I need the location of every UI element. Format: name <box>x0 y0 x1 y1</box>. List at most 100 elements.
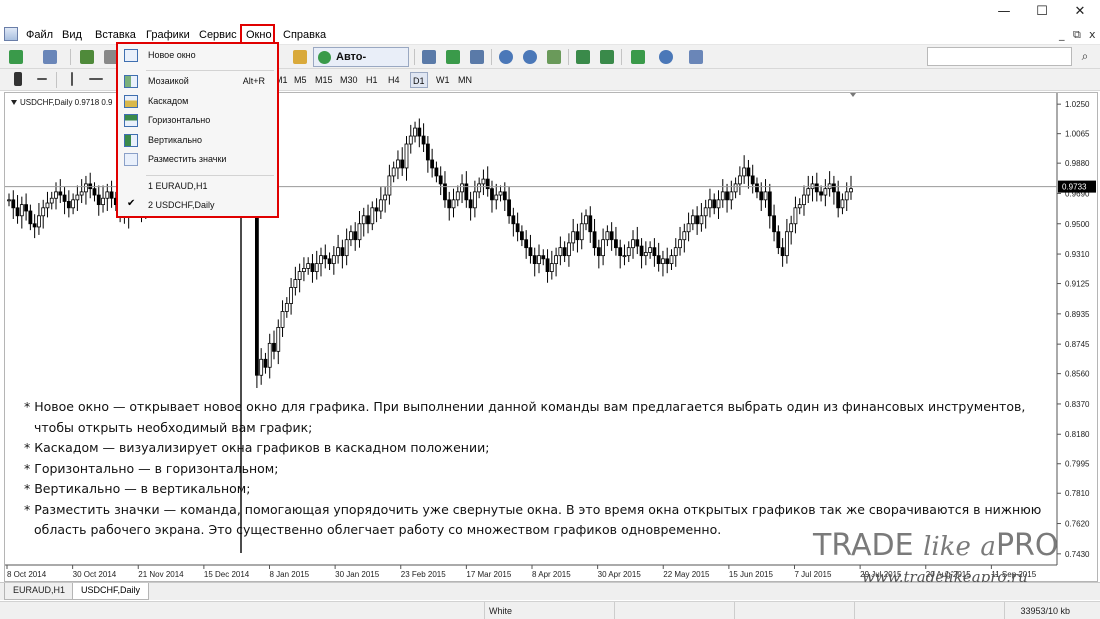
candle-body <box>579 223 584 241</box>
chart-tabs: EURAUD,H1 USDCHF,Daily <box>0 582 1100 600</box>
market-watch-icon[interactable] <box>77 48 97 66</box>
menu-charts[interactable]: Графики <box>142 27 194 43</box>
menu-item-horizontal[interactable]: Горизонтально <box>118 112 277 130</box>
candle-body <box>498 191 503 196</box>
candle-body <box>289 287 293 304</box>
search-icon[interactable]: ⌕ <box>1077 49 1093 65</box>
candle-body <box>806 188 811 196</box>
logo-a: a <box>980 532 996 562</box>
candle-body <box>652 247 657 257</box>
candle-body <box>344 239 349 257</box>
candle-body <box>323 255 328 260</box>
candle-body <box>477 183 482 193</box>
timeframe-h4[interactable]: H4 <box>386 72 402 88</box>
y-tick-label: 0.8180 <box>1065 430 1090 439</box>
timeframe-m5[interactable]: M5 <box>292 72 309 88</box>
menu-item-window-1[interactable]: 1 EURAUD,H1 <box>118 178 277 196</box>
tile-windows-icon[interactable] <box>544 48 564 66</box>
new-chart-icon[interactable] <box>6 48 26 66</box>
horizontal-line-icon[interactable] <box>86 70 106 88</box>
menu-insert[interactable]: Вставка <box>91 27 140 43</box>
y-tick-label: 0.8370 <box>1065 400 1090 409</box>
candle-body <box>605 231 610 241</box>
templates-icon[interactable] <box>686 48 706 66</box>
periods-icon[interactable] <box>656 48 676 66</box>
candle-body <box>15 207 20 217</box>
timeframe-mn[interactable]: MN <box>456 72 474 88</box>
candle-body <box>421 135 426 145</box>
auto-scroll-icon[interactable] <box>573 48 593 66</box>
candle-body <box>361 215 366 225</box>
tab-usdchf-daily[interactable]: USDCHF,Daily <box>72 583 150 600</box>
menu-item-label: Разместить значки <box>148 154 227 164</box>
timeframe-h1[interactable]: H1 <box>364 72 380 88</box>
maximize-button[interactable]: ☐ <box>1024 0 1060 24</box>
note-line: * Вертикально — в вертикальном; <box>24 481 251 496</box>
menu-item-label: Вертикально <box>148 135 203 145</box>
indicators-icon[interactable] <box>628 48 648 66</box>
child-restore-button[interactable]: ⧉ <box>1073 28 1081 42</box>
menu-item-window-2[interactable]: ✔ 2 USDCHF,Daily <box>118 197 277 215</box>
candle-body <box>639 245 644 257</box>
note-line: * Разместить значки — команда, помогающа… <box>24 501 1042 517</box>
zoom-out-icon[interactable] <box>520 48 540 66</box>
menu-item-new-window[interactable]: Новое окно <box>118 47 277 65</box>
y-tick-label: 0.9880 <box>1065 159 1090 168</box>
menu-item-arrange-icons[interactable]: Разместить значки <box>118 151 277 169</box>
candle-body <box>383 194 388 201</box>
candle-body <box>370 207 375 225</box>
candle-body <box>720 191 725 201</box>
brand-logo: TRADE like aPRO <box>813 528 1083 572</box>
candle-body <box>24 204 28 212</box>
chart-shift-icon[interactable] <box>597 48 617 66</box>
candle-body <box>729 191 734 201</box>
y-tick-label: 0.8935 <box>1065 310 1090 319</box>
timeframe-m30[interactable]: M30 <box>338 72 360 88</box>
cursor-icon[interactable] <box>8 70 28 88</box>
menu-view[interactable]: Вид <box>58 27 86 43</box>
child-minimize-button[interactable]: _ <box>1059 28 1065 41</box>
menu-item-tile[interactable]: Мозаикой Alt+R <box>118 73 277 91</box>
x-tick-label: 15 Jun 2015 <box>729 570 774 579</box>
candle-body <box>635 239 640 247</box>
candle-body <box>349 231 353 241</box>
crosshair-icon[interactable] <box>32 70 52 88</box>
candle-body <box>71 199 76 209</box>
line-chart-icon[interactable] <box>467 48 487 66</box>
candlestick-icon[interactable] <box>443 48 463 66</box>
meta-editor-icon[interactable] <box>290 48 310 66</box>
candle-body <box>45 202 50 209</box>
candle-body <box>601 239 606 257</box>
bar-chart-icon[interactable] <box>419 48 439 66</box>
candle-body <box>438 175 443 185</box>
search-input[interactable] <box>927 47 1072 66</box>
timeframe-m15[interactable]: M15 <box>313 72 335 88</box>
menu-item-cascade[interactable]: Каскадом <box>118 93 277 111</box>
candle-body <box>79 191 84 196</box>
candle-body <box>92 188 97 196</box>
child-close-button[interactable]: x <box>1089 28 1096 41</box>
menu-item-vertical[interactable]: Вертикально <box>118 132 277 150</box>
timeframe-w1[interactable]: W1 <box>434 72 452 88</box>
current-price-label: 0.9733 <box>1062 183 1087 192</box>
profiles-icon[interactable] <box>40 48 60 66</box>
timeframe-d1[interactable]: D1 <box>410 72 428 88</box>
candle-body <box>622 255 627 258</box>
zoom-in-icon[interactable] <box>496 48 516 66</box>
tab-euraud-h1[interactable]: EURAUD,H1 <box>4 583 75 600</box>
vertical-line-icon[interactable] <box>62 70 82 88</box>
cascade-icon <box>124 95 138 108</box>
window-menu-dropdown: Новое окно Мозаикой Alt+R Каскадом Гориз… <box>116 42 279 218</box>
candle-body <box>32 223 37 228</box>
autotrading-button[interactable]: Авто-торговля <box>313 47 409 81</box>
collapse-triangle-icon[interactable] <box>11 100 17 106</box>
menu-tools[interactable]: Сервис <box>195 27 241 43</box>
candle-body <box>314 263 319 272</box>
close-button[interactable]: ✕ <box>1062 0 1098 24</box>
candle-body <box>263 358 268 368</box>
candle-body <box>19 204 24 217</box>
menu-help[interactable]: Справка <box>279 27 330 43</box>
candle-body <box>511 215 516 225</box>
menu-file[interactable]: Файл <box>22 27 57 43</box>
minimize-button[interactable]: — <box>986 0 1022 24</box>
